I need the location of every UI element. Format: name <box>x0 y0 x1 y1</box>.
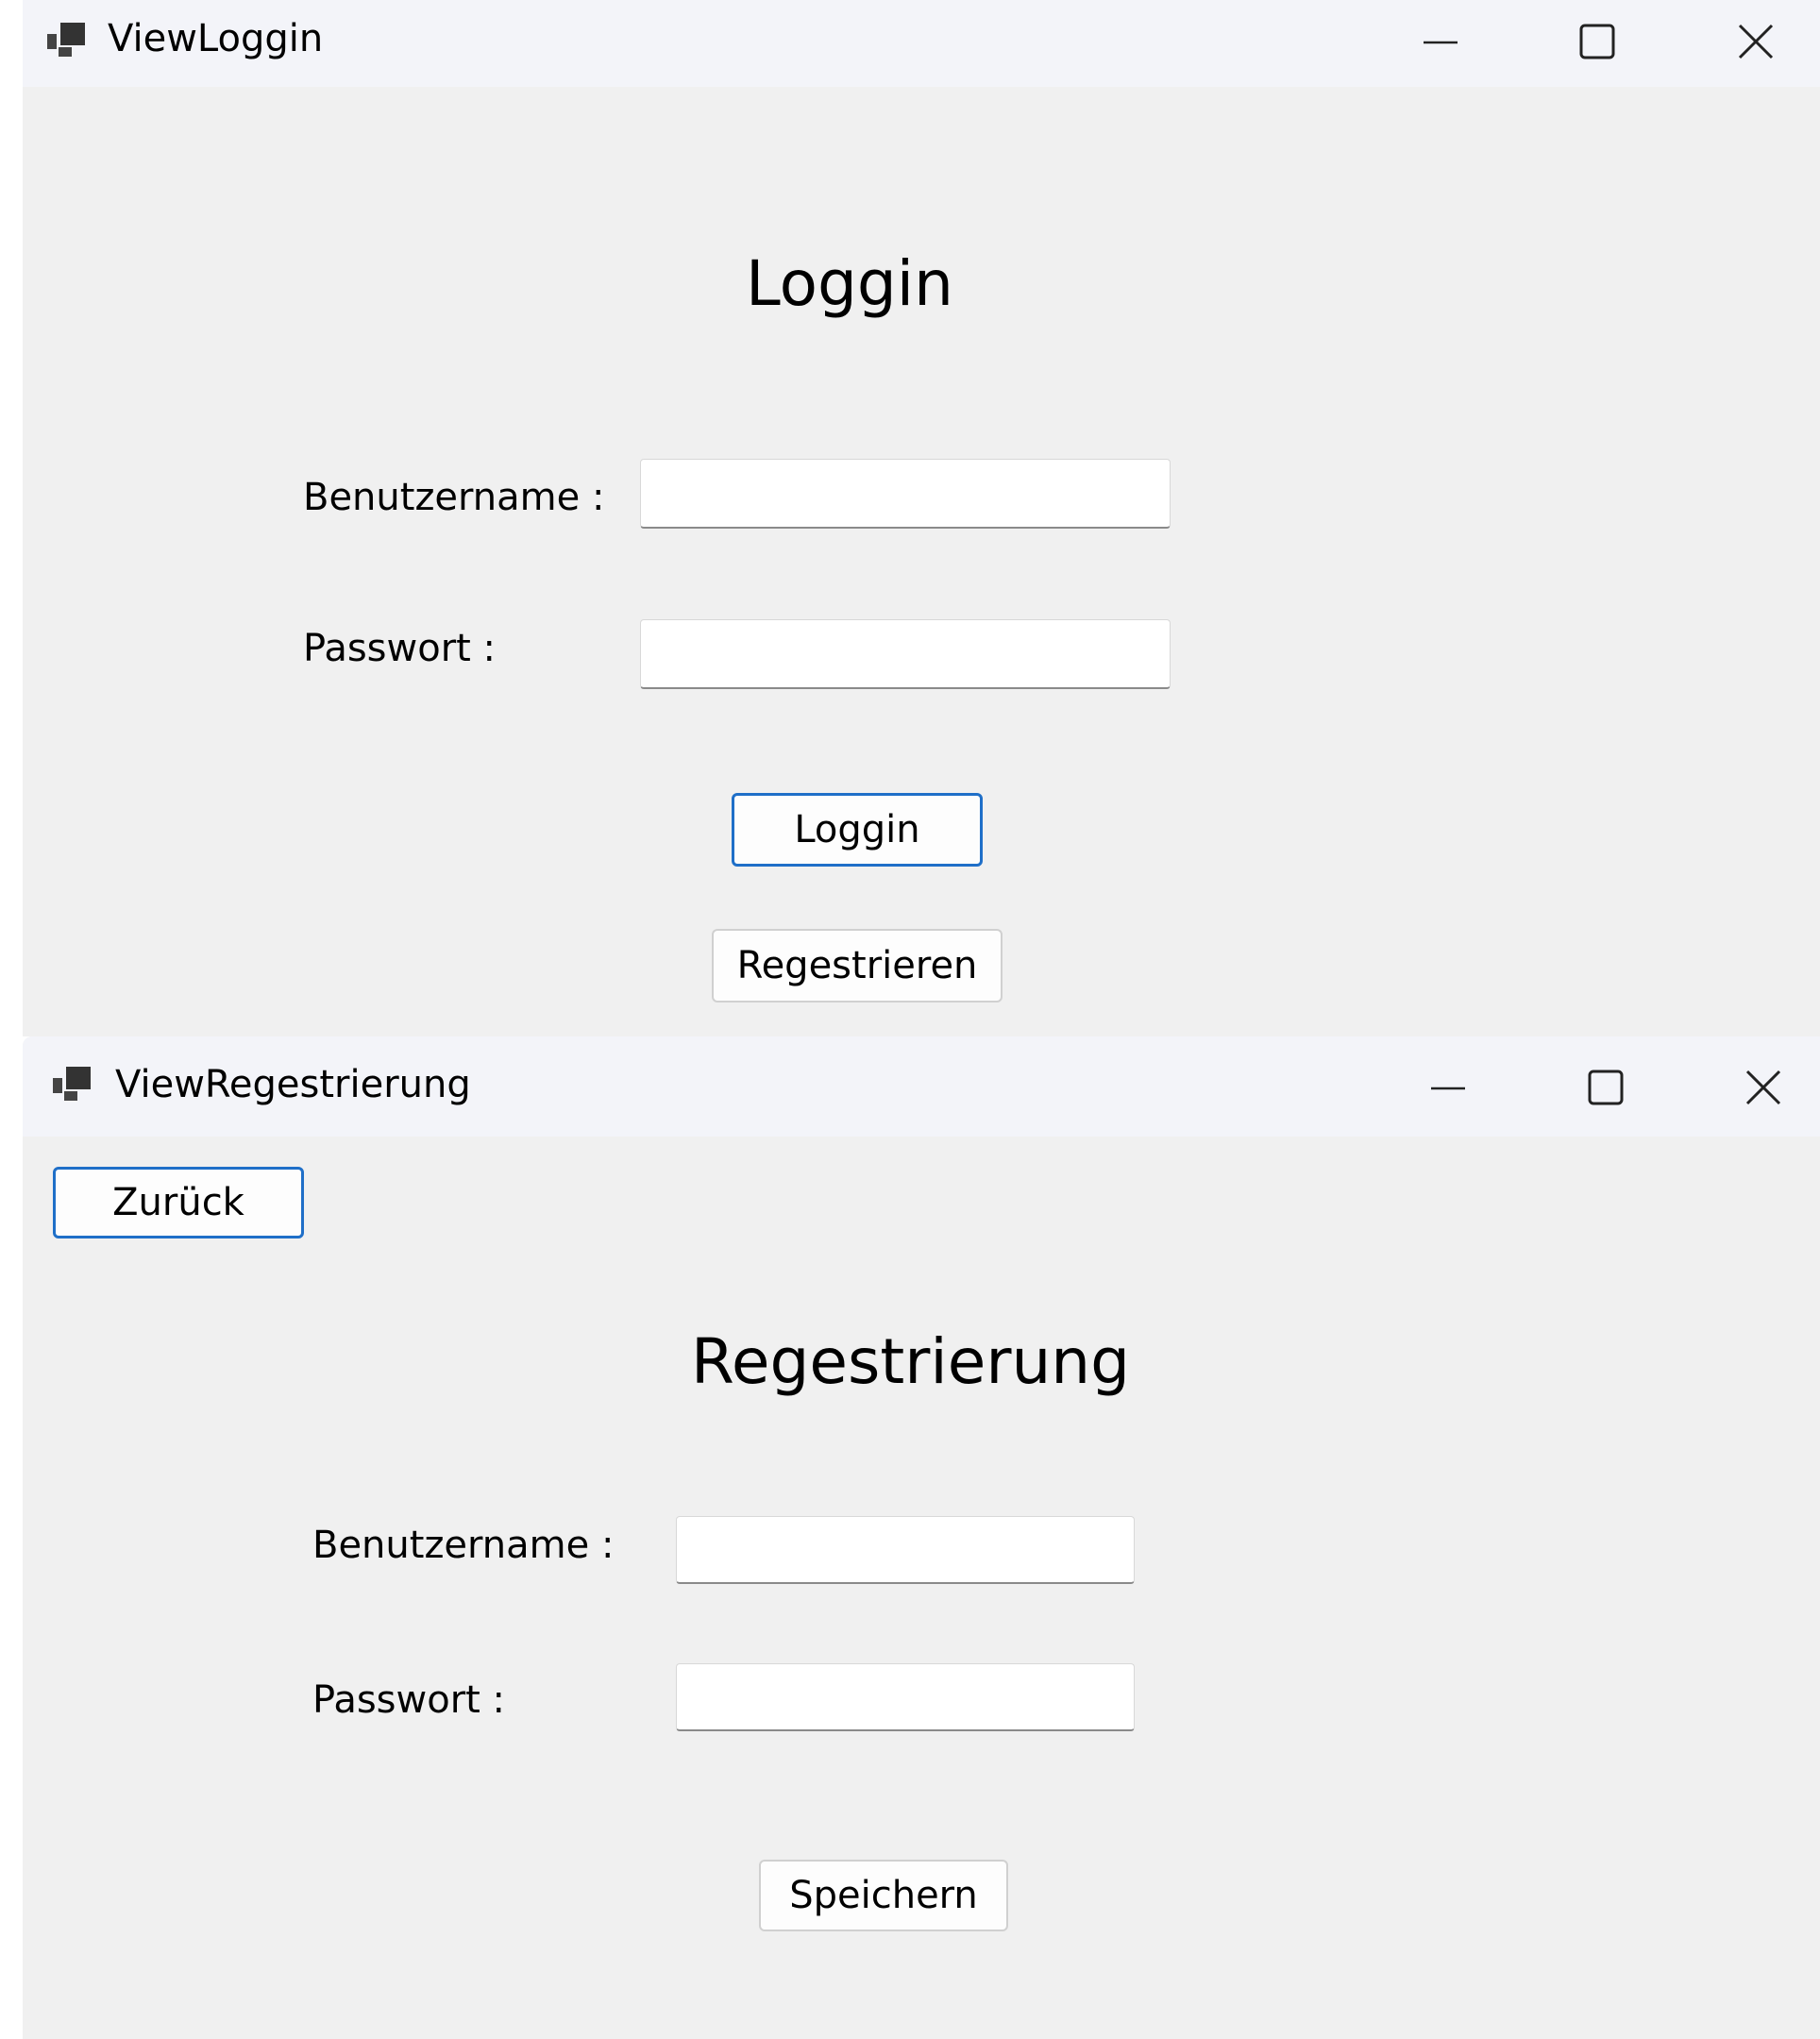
login-maximize-button[interactable] <box>1559 11 1635 72</box>
login-username-label: Benutzername : <box>303 476 605 519</box>
close-icon <box>1738 24 1774 59</box>
maximize-icon <box>1588 1070 1624 1105</box>
save-button[interactable]: Speichern <box>759 1860 1008 1931</box>
registration-titlebar[interactable]: ViewRegestrierung <box>23 1036 1820 1137</box>
login-minimize-button[interactable] <box>1403 11 1478 72</box>
registration-minimize-button[interactable] <box>1410 1057 1486 1118</box>
registration-window: ViewRegestrierung Zurück Regestrierung B… <box>23 1036 1820 2039</box>
minimize-icon <box>1431 1087 1465 1090</box>
login-password-input[interactable] <box>640 619 1171 689</box>
register-button[interactable]: Regestrieren <box>712 929 1003 1003</box>
registration-username-input[interactable] <box>676 1516 1135 1584</box>
login-window-title: ViewLoggin <box>108 17 324 60</box>
login-username-input[interactable] <box>640 459 1171 529</box>
login-window: ViewLoggin Loggin Benutzername : Passwor… <box>23 0 1820 1036</box>
close-icon <box>1745 1070 1781 1105</box>
registration-maximize-button[interactable] <box>1568 1057 1643 1118</box>
registration-password-input[interactable] <box>676 1663 1135 1731</box>
registration-window-title: ViewRegestrierung <box>115 1063 471 1106</box>
app-window-icon <box>47 23 85 57</box>
registration-password-label: Passwort : <box>312 1678 506 1722</box>
back-button[interactable]: Zurück <box>53 1167 304 1239</box>
app-window-icon <box>53 1067 91 1101</box>
login-titlebar[interactable]: ViewLoggin <box>23 0 1820 87</box>
login-button[interactable]: Loggin <box>732 793 983 867</box>
login-heading: Loggin <box>746 247 953 320</box>
registration-username-label: Benutzername : <box>312 1524 615 1567</box>
minimize-icon <box>1424 41 1458 44</box>
registration-heading: Regestrierung <box>691 1325 1131 1398</box>
login-password-label: Passwort : <box>303 627 497 670</box>
maximize-icon <box>1579 24 1615 59</box>
login-close-button[interactable] <box>1718 11 1794 72</box>
registration-close-button[interactable] <box>1726 1057 1801 1118</box>
